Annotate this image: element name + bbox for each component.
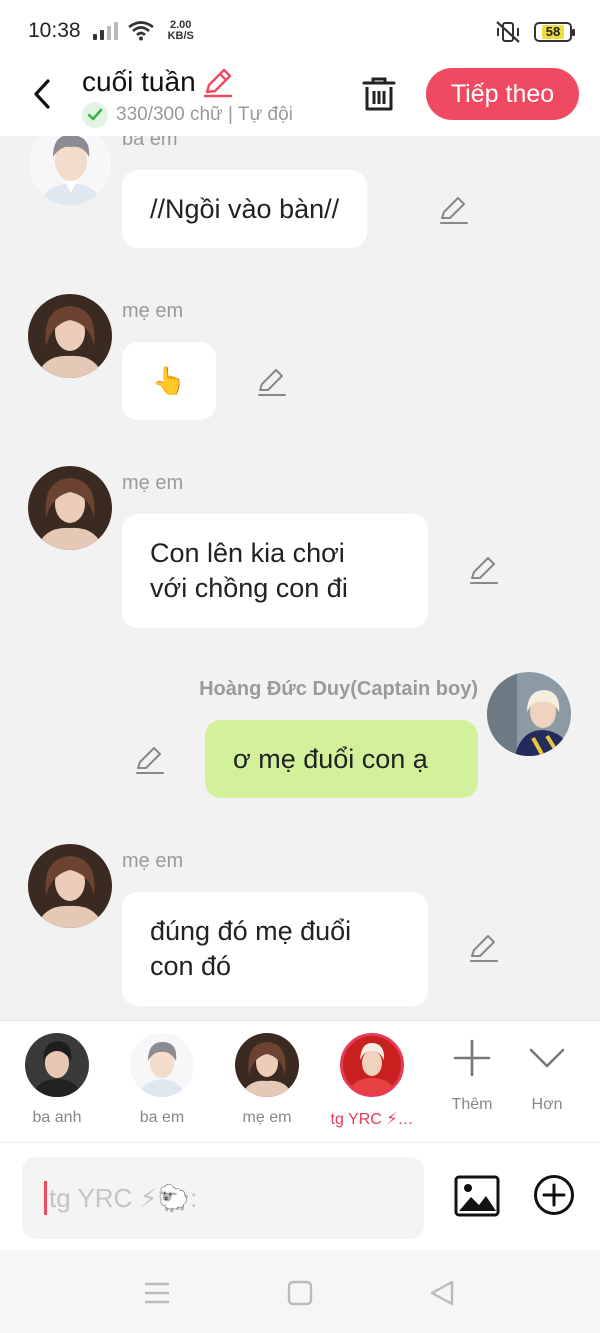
edit-message-icon[interactable] [134,744,166,776]
sender-name: ba em [122,136,178,150]
wifi-icon [127,21,154,41]
message-input[interactable]: tg YRC ⚡🐑: [22,1157,424,1239]
character-tg-yrc-selected[interactable]: tg YRC ⚡… [327,1033,417,1129]
avatar [130,1033,194,1097]
check-icon [82,102,108,128]
message-bubble[interactable]: //Ngồi vào bàn// [122,170,368,248]
message-bubble[interactable]: đúng đó mẹ đuổi con đó [122,892,428,1006]
title-text: cuối tuần [82,66,196,97]
collapse-button[interactable]: Hơn [512,1039,582,1114]
add-circle-icon[interactable] [532,1173,576,1217]
input-placeholder: tg YRC ⚡🐑: [49,1182,198,1213]
message-bubble[interactable]: Con lên kia chơi với chồng con đi [122,514,428,628]
trash-icon [362,77,396,111]
message-text: //Ngồi vào bàn// [150,193,340,224]
avatar-me-em[interactable] [28,466,112,550]
image-icon[interactable] [454,1175,500,1217]
vibrate-off-icon [496,21,520,43]
collapse-label: Hơn [531,1096,563,1113]
message-bubble[interactable]: 👆 [122,342,216,420]
character-ba-em[interactable]: ba em [117,1033,207,1127]
home-icon[interactable] [286,1280,314,1306]
back-icon[interactable] [428,1280,456,1306]
status-bar: 10:38 2.00 KB/S 58 [0,0,600,62]
add-character-button[interactable]: Thêm [437,1039,507,1114]
signal-icon [92,22,118,40]
sender-name: mẹ em [122,850,184,872]
avatar [25,1033,89,1097]
edit-message-icon[interactable] [468,554,500,586]
sender-name: Hoàng Đức Duy(Captain boy) [199,678,478,700]
network-speed: 2.00 KB/S [168,20,194,42]
character-label: ba anh [32,1109,82,1126]
next-button[interactable]: Tiếp theo [426,68,579,120]
edit-message-icon[interactable] [438,194,470,226]
avatar-ba-em[interactable] [28,136,112,206]
message-text: Con lên kia chơi với chồng con đi [150,538,348,603]
delete-button[interactable] [360,74,398,114]
edit-message-icon[interactable] [256,366,288,398]
story-title[interactable]: cuối tuần [82,66,234,98]
character-ba-anh[interactable]: ba anh [12,1033,102,1127]
pencil-icon[interactable] [202,66,234,98]
avatar-me-em[interactable] [28,844,112,928]
header: cuối tuần 330/300 chữ | Tự đội Tiếp theo [0,62,600,136]
sender-name: mẹ em [122,300,184,322]
speed-unit: KB/S [167,30,194,42]
message-text: 👆 [152,365,186,396]
menu-icon[interactable] [143,1280,171,1306]
avatar [340,1033,404,1097]
plus-icon [453,1039,491,1077]
character-label: ba em [139,1109,185,1126]
text-caret [44,1181,47,1215]
sender-name: mẹ em [122,472,184,494]
character-label: mẹ em [242,1109,292,1126]
battery-level: 58 [541,25,565,39]
back-button[interactable] [24,74,60,114]
avatar-user[interactable] [487,672,571,756]
message-text: ơ mẹ đuổi con ạ [233,743,428,774]
battery-icon: 58 [534,22,575,42]
more-label: Thêm [451,1096,493,1113]
character-selector: ba anh ba em mẹ em tg YRC ⚡… Thêm Hơn [0,1020,600,1142]
character-me-em[interactable]: mẹ em [222,1033,312,1127]
message-bubble-mine[interactable]: ơ mẹ đuổi con ạ [205,720,478,798]
status-time: 10:38 [28,19,81,42]
avatar-me-em[interactable] [28,294,112,378]
word-count-status: 330/300 chữ | Tự đội [82,102,293,128]
chat-area[interactable]: ba em //Ngồi vào bàn// mẹ em 👆 mẹ em Con [0,136,600,1020]
message-composer: tg YRC ⚡🐑: [0,1142,600,1250]
edit-message-icon[interactable] [468,932,500,964]
message-text: đúng đó mẹ đuổi con đó [150,916,352,981]
character-label: tg YRC ⚡… [330,1111,414,1128]
back-arrow-icon [34,79,50,109]
chevron-down-icon [529,1048,565,1068]
system-nav-bar [0,1250,600,1333]
subtitle-text: 330/300 chữ | Tự đội [116,104,293,125]
avatar [235,1033,299,1097]
